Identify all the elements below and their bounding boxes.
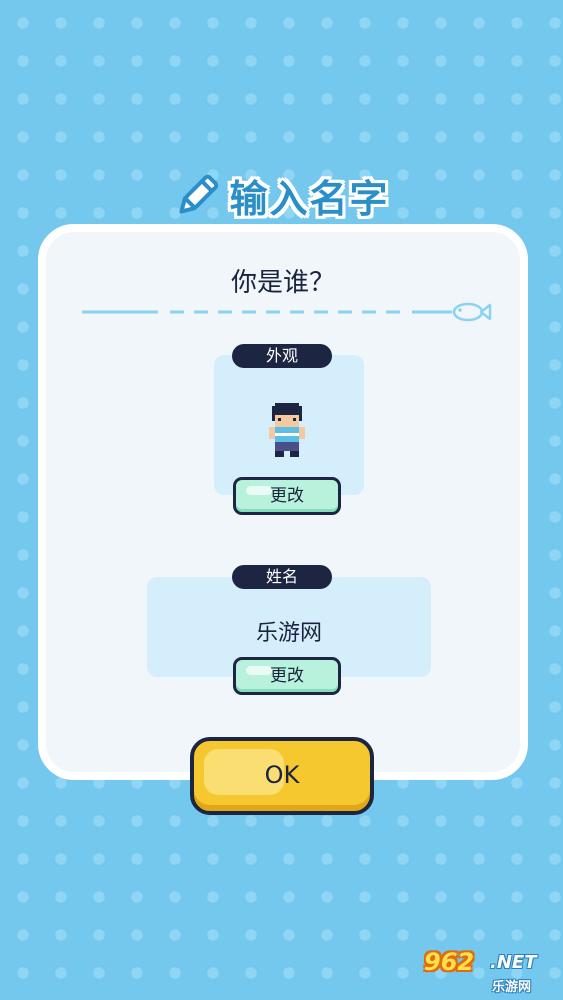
watermark-site: 乐游网	[492, 980, 532, 995]
name-label: 姓名	[232, 565, 332, 589]
player-name: 乐游网	[255, 621, 322, 646]
watermark-number: 962	[424, 948, 475, 976]
screen-title: 输入名字	[0, 168, 563, 223]
ok-button-label: OK	[264, 761, 300, 789]
appearance-label: 外观	[232, 344, 332, 368]
question-text: 你是谁？	[230, 268, 335, 298]
site-watermark: 962 .NET 乐游网	[420, 948, 560, 996]
divider	[82, 302, 492, 322]
character-avatar	[269, 403, 305, 457]
change-name-button[interactable]: 更改	[233, 657, 341, 695]
fish-icon	[452, 302, 492, 322]
change-appearance-button[interactable]: 更改	[233, 477, 341, 515]
title-text: 输入名字	[229, 177, 390, 221]
ok-button[interactable]: OK	[190, 737, 374, 815]
pencil-icon	[179, 174, 219, 214]
dialog-panel: 你是谁？ 外观 更改 姓名 乐游网 更改	[38, 224, 528, 780]
watermark-net: .NET	[490, 952, 537, 973]
